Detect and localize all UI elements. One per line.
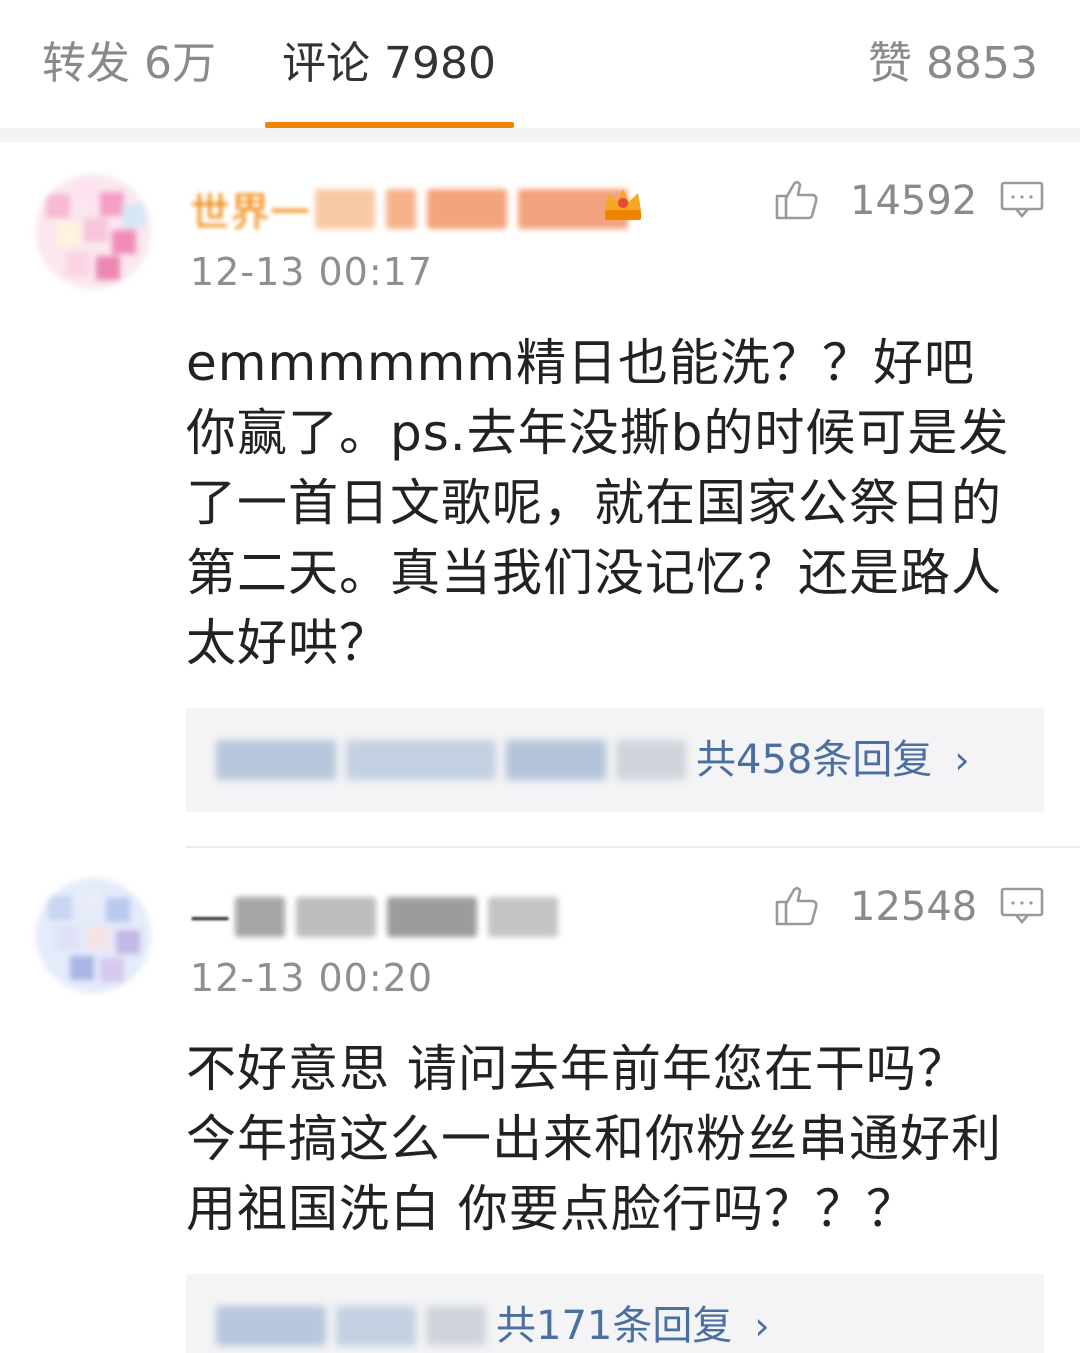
chevron-right-icon: › — [754, 1304, 770, 1348]
username-text: 世界一 — [190, 190, 310, 236]
view-replies-link[interactable]: 共458条回复 › — [696, 736, 970, 784]
tab-reposts-label: 转发 — [42, 38, 130, 89]
comment-text: 不好意思 请问去年前年您在干吗？今年搞这么一出来和你粉丝串通好利用祖国洗白 你要… — [186, 1040, 1002, 1238]
like-count: 12548 — [850, 884, 978, 930]
thumbs-up-icon[interactable] — [774, 176, 820, 222]
tab-divider — [0, 128, 1080, 142]
username-text: 一 — [190, 898, 230, 944]
like-count: 14592 — [850, 178, 978, 224]
reply-icon[interactable] — [1000, 180, 1044, 220]
replies-preview[interactable]: 共171条回复 › — [186, 1274, 1044, 1353]
tab-reposts[interactable]: 转发 6万 — [42, 36, 216, 92]
tab-likes-label: 赞 — [868, 38, 913, 89]
tab-comments-count: 7980 — [384, 38, 496, 89]
username[interactable]: 世界一 — [190, 180, 634, 236]
view-replies-link[interactable]: 共171条回复 › — [496, 1302, 770, 1350]
tab-comments-label: 评论 — [282, 38, 370, 89]
reply-icon[interactable] — [1000, 886, 1044, 926]
thumbs-up-icon[interactable] — [774, 882, 820, 928]
avatar[interactable] — [36, 174, 151, 289]
tab-reposts-count: 6万 — [144, 38, 216, 89]
tab-comments[interactable]: 评论 7980 — [282, 36, 496, 92]
crown-icon — [600, 180, 646, 226]
replies-count-label: 共171条回复 — [496, 1303, 733, 1349]
chevron-right-icon: › — [954, 738, 970, 782]
reply-usernames — [216, 1306, 491, 1348]
replies-count-label: 共458条回复 — [696, 737, 933, 783]
replies-preview[interactable]: 共458条回复 › — [186, 708, 1044, 812]
comment-item: 世界一 14592 12-13 00:17 emmmmmm精日也能洗？？好吧你赢… — [0, 142, 1080, 842]
tab-likes-count: 8853 — [926, 38, 1038, 89]
tab-likes[interactable]: 赞 8853 — [868, 36, 1038, 92]
reply-usernames — [216, 740, 691, 782]
timestamp: 12-13 00:17 — [190, 250, 434, 294]
username[interactable]: 一 — [190, 888, 564, 944]
timestamp: 12-13 00:20 — [190, 956, 434, 1000]
tab-bar: 转发 6万 评论 7980 赞 8853 — [0, 0, 1080, 128]
comment-item: 一 12548 12-13 00:20 不好意思 请问去年前年您在干吗？今年搞这… — [0, 848, 1080, 1353]
avatar[interactable] — [36, 878, 151, 993]
comment-text: emmmmmm精日也能洗？？好吧你赢了。ps.去年没撕b的时候可是发了一首日文歌… — [186, 334, 1010, 672]
